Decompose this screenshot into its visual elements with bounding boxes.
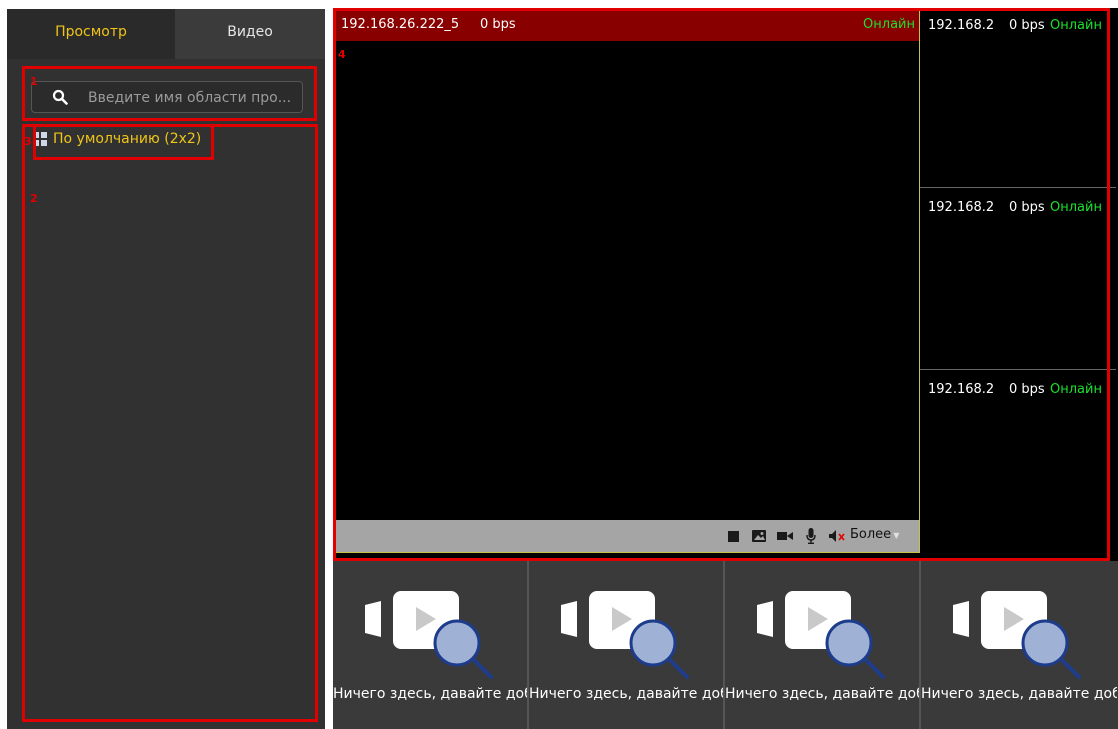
- snapshot-icon[interactable]: [751, 528, 767, 544]
- layout-label: По умолчанию (2x2): [53, 131, 202, 147]
- camera-ip: 192.168.26.222_5: [341, 17, 460, 32]
- mute-icon[interactable]: [828, 528, 846, 544]
- add-video-icon: [561, 591, 689, 679]
- side-video-cell[interactable]: 192.168.2 0 bps Онлайн: [920, 8, 1116, 188]
- search-icon[interactable]: [52, 89, 68, 105]
- main-video-cell[interactable]: 192.168.26.222_5 0 bps Онлайн Более ▼: [333, 8, 920, 553]
- add-video-icon: [365, 591, 493, 679]
- tab-bar: Просмотр Видео: [7, 9, 325, 59]
- stop-icon[interactable]: [726, 528, 740, 544]
- microphone-icon[interactable]: [804, 528, 818, 544]
- camera-status: Онлайн: [1050, 18, 1102, 33]
- empty-cell-text: Ничего здесь, давайте доб: [725, 686, 921, 702]
- marker-label: 2: [30, 192, 38, 205]
- search-input[interactable]: [88, 88, 298, 108]
- camera-bitrate: 0 bps: [1009, 382, 1045, 397]
- main-video-header: 192.168.26.222_5 0 bps Онлайн: [334, 9, 919, 41]
- camera-ip: 192.168.2: [928, 18, 995, 33]
- marker-label: 4: [338, 48, 346, 61]
- empty-video-cell[interactable]: Ничего здесь, давайте доб: [529, 561, 725, 729]
- more-label: Более: [850, 527, 892, 542]
- marker-label: 1: [30, 75, 38, 88]
- layout-item-default[interactable]: По умолчанию (2x2): [33, 127, 201, 151]
- video-toolbar: Более ▼: [334, 520, 919, 552]
- tab-video[interactable]: Видео: [175, 9, 325, 59]
- chevron-down-icon: ▼: [893, 531, 900, 540]
- camera-ip: 192.168.2: [928, 200, 995, 215]
- record-icon[interactable]: [776, 528, 794, 544]
- camera-bitrate: 0 bps: [1009, 18, 1045, 33]
- add-video-icon: [953, 591, 1081, 679]
- empty-video-cell[interactable]: Ничего здесь, давайте доб: [333, 561, 529, 729]
- side-video-cell[interactable]: 192.168.2 0 bps Онлайн: [920, 190, 1116, 370]
- empty-cells-row: Ничего здесь, давайте доб Ничего здесь, …: [333, 561, 1118, 729]
- camera-bitrate: 0 bps: [1009, 200, 1045, 215]
- side-video-cell[interactable]: 192.168.2 0 bps Онлайн: [920, 372, 1116, 552]
- add-video-icon: [757, 591, 885, 679]
- empty-cell-text: Ничего здесь, давайте доб: [921, 686, 1117, 702]
- search-box: [31, 81, 303, 113]
- camera-status: Онлайн: [1050, 382, 1102, 397]
- empty-video-cell[interactable]: Ничего здесь, давайте доб: [725, 561, 921, 729]
- empty-video-cell[interactable]: Ничего здесь, давайте доб: [921, 561, 1117, 729]
- marker-label: 3: [24, 135, 32, 148]
- camera-bitrate: 0 bps: [480, 17, 516, 32]
- more-button[interactable]: Более ▼: [850, 527, 899, 542]
- camera-status: Онлайн: [1050, 200, 1102, 215]
- grid-icon: [33, 132, 47, 146]
- tab-preview[interactable]: Просмотр: [7, 9, 175, 59]
- camera-ip: 192.168.2: [928, 382, 995, 397]
- left-panel: Просмотр Видео: [7, 9, 325, 729]
- empty-cell-text: Ничего здесь, давайте доб: [333, 686, 529, 702]
- empty-cell-text: Ничего здесь, давайте доб: [529, 686, 725, 702]
- camera-status: Онлайн: [863, 17, 915, 32]
